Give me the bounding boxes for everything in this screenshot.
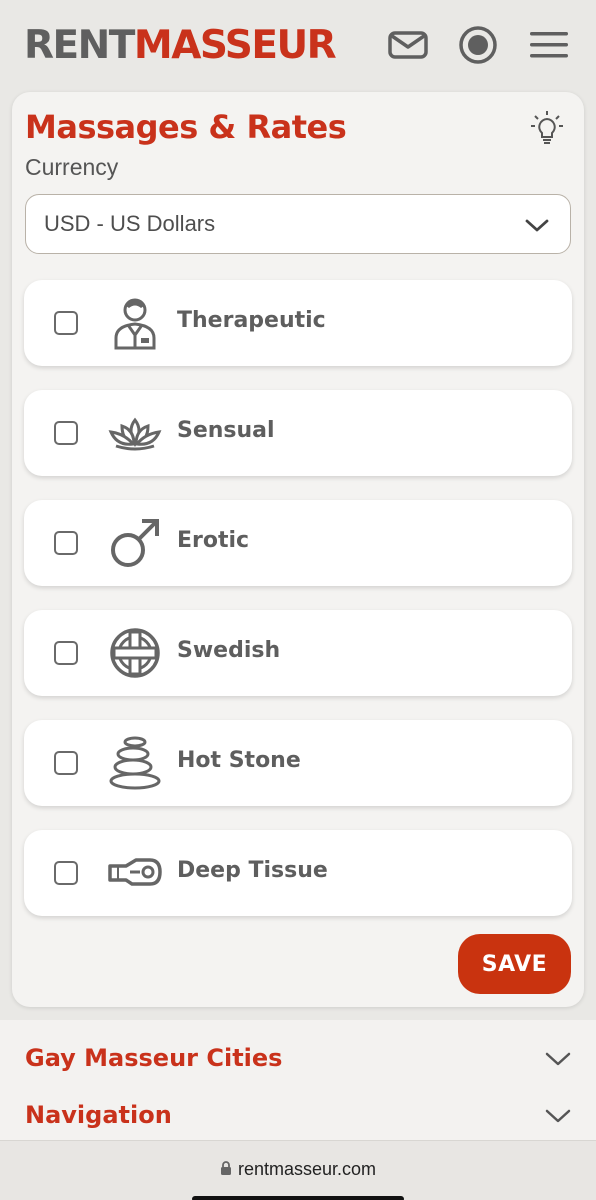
currency-label: Currency <box>25 154 119 180</box>
currency-select[interactable]: USD - US Dollars <box>25 194 571 254</box>
lock-icon <box>220 1161 231 1175</box>
massage-type-therapeutic[interactable]: Therapeutic <box>24 280 572 366</box>
logo[interactable]: RENTMASSEUR <box>24 23 337 68</box>
massage-type-hot-stone[interactable]: Hot Stone <box>24 720 572 806</box>
record-icon[interactable] <box>456 24 500 66</box>
chevron-down-icon <box>545 1109 571 1123</box>
checkbox[interactable] <box>54 751 78 775</box>
massage-type-label: Therapeutic <box>177 308 326 333</box>
checkbox[interactable] <box>54 861 78 885</box>
logo-rent: RENT <box>24 23 135 68</box>
accordion-navigation[interactable]: Navigation <box>25 1097 571 1137</box>
menu-icon[interactable] <box>527 24 571 66</box>
male-symbol-icon <box>111 519 159 567</box>
logo-masseur: MASSEUR <box>133 23 337 68</box>
therapist-icon <box>114 298 156 350</box>
massage-type-sensual[interactable]: Sensual <box>24 390 572 476</box>
checkbox[interactable] <box>54 311 78 335</box>
massage-type-label: Hot Stone <box>177 748 301 773</box>
checkbox[interactable] <box>54 421 78 445</box>
url-text: rentmasseur.com <box>237 1159 377 1179</box>
card-title: Massages & Rates <box>25 108 347 146</box>
checkbox[interactable] <box>54 531 78 555</box>
chevron-down-icon <box>525 219 549 232</box>
fist-icon <box>108 858 162 886</box>
lotus-icon <box>108 417 162 451</box>
massage-type-erotic[interactable]: Erotic <box>24 500 572 586</box>
accordion-gay-masseur-cities[interactable]: Gay Masseur Cities <box>25 1040 571 1080</box>
checkbox[interactable] <box>54 641 78 665</box>
stones-icon <box>109 736 161 790</box>
massage-type-swedish[interactable]: Swedish <box>24 610 572 696</box>
lightbulb-icon[interactable] <box>530 110 564 146</box>
massage-type-label: Swedish <box>177 638 281 663</box>
massage-type-label: Erotic <box>177 528 250 553</box>
massage-type-deep-tissue[interactable]: Deep Tissue <box>24 830 572 916</box>
top-bar: RENTMASSEUR <box>0 0 596 92</box>
massage-type-label: Sensual <box>177 418 275 443</box>
currency-select-value: USD - US Dollars <box>44 211 216 236</box>
accordion-title: Navigation <box>25 1101 172 1129</box>
footer-accordions: Gay Masseur Cities Navigation <box>0 1020 596 1140</box>
mail-icon[interactable] <box>386 24 430 66</box>
massages-rates-card: Massages & Rates Currency USD - US Dolla… <box>12 92 584 1007</box>
home-indicator[interactable] <box>192 1196 404 1200</box>
save-button[interactable]: SAVE <box>458 934 571 994</box>
browser-url-bar[interactable]: rentmasseur.com <box>0 1140 596 1200</box>
swedish-icon <box>110 628 160 678</box>
chevron-down-icon <box>545 1052 571 1066</box>
accordion-title: Gay Masseur Cities <box>25 1044 283 1072</box>
url-display[interactable]: rentmasseur.com <box>0 1159 596 1180</box>
massage-type-label: Deep Tissue <box>177 858 328 883</box>
